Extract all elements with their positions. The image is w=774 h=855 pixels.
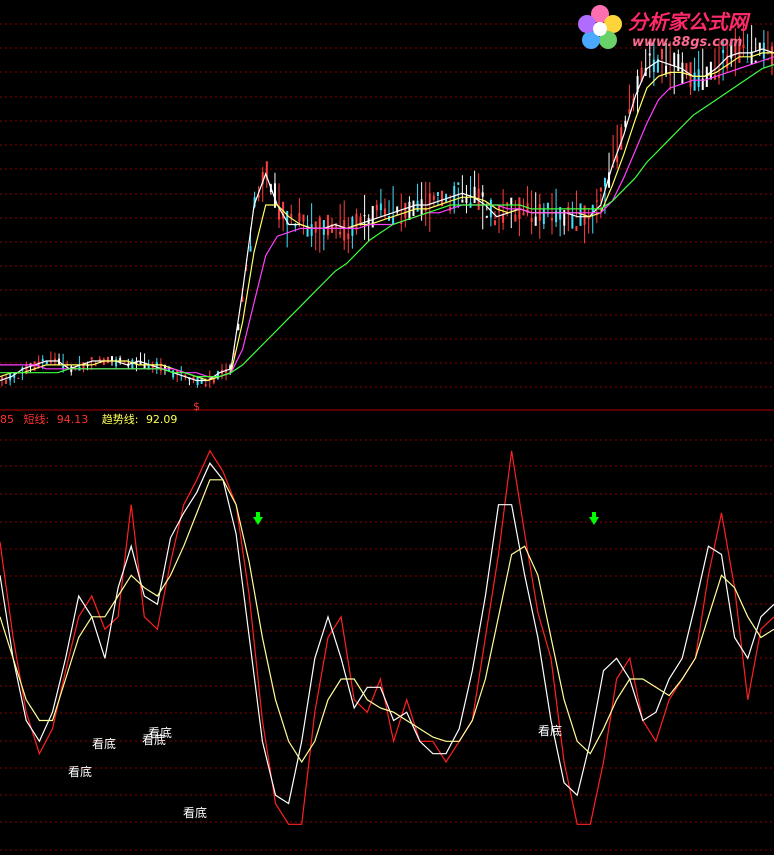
ma-magenta-line (0, 56, 774, 378)
trend-line-value: 92.09 (145, 413, 178, 426)
short-line-label: 短线: (23, 413, 50, 426)
grid-lines (0, 23, 774, 851)
stock-indicator-chart: $ 看底看底 看底看底看底看底 (0, 23, 774, 851)
mid-line (0, 462, 774, 805)
short-line-value: 94.13 (56, 413, 89, 426)
bottom-label: 看底 (538, 723, 562, 738)
bottom-label: 看底 (148, 725, 172, 740)
buy-arrow-icon (589, 517, 599, 525)
trend-line-label: 趋势线: (101, 413, 139, 426)
buy-arrow-icon (256, 512, 260, 518)
signal-marker: $ (193, 400, 200, 413)
bottom-label: 看底 (183, 805, 207, 820)
oscillator-markers: 看底看底 看底看底看底看底 (68, 512, 599, 820)
candlestick-series (1, 25, 773, 388)
moving-average-lines (0, 48, 774, 382)
ma-white-line (0, 48, 774, 382)
indicator-legend: 85 短线: 94.13 趋势线: 92.09 (0, 411, 177, 427)
ma-green-line (0, 64, 774, 378)
watermark-url: www.88gs.com (632, 35, 743, 50)
bottom-label: 看底 (92, 736, 116, 751)
flower-logo-icon (578, 5, 622, 49)
buy-arrow-icon (592, 512, 596, 518)
bottom-label: 看底 (68, 764, 92, 779)
indicator-prefix: 85 (0, 413, 14, 426)
watermark-title: 分析家公式网 (628, 10, 748, 34)
watermark: 分析家公式网 www.88gs.com (572, 2, 772, 54)
buy-arrow-icon (253, 517, 263, 525)
